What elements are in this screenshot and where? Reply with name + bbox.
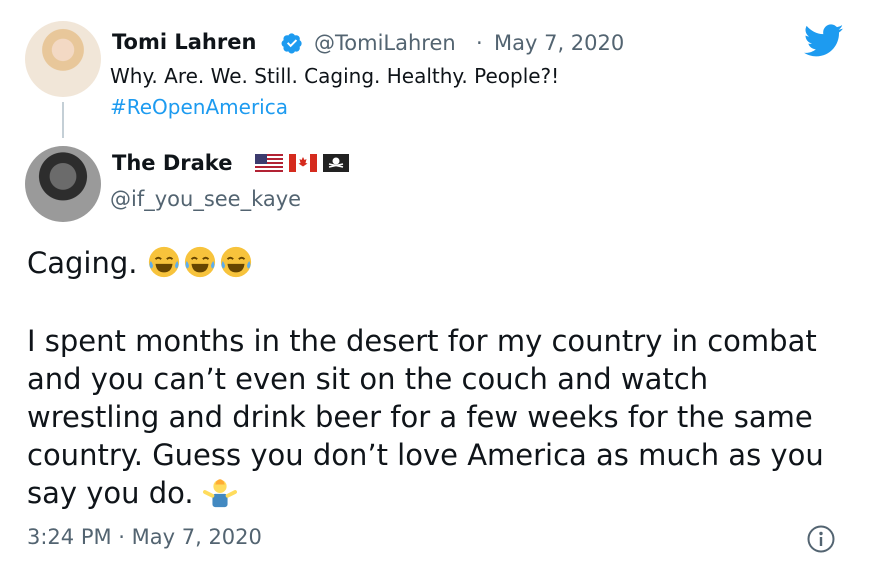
reply-line-text: Caging. (27, 246, 138, 280)
thread-connector-line (62, 102, 64, 138)
face-with-tears-of-joy-emoji (184, 246, 215, 278)
canada-flag-icon (289, 154, 317, 172)
avatar-the-drake[interactable] (25, 146, 101, 222)
tweet-date[interactable]: May 7, 2020 (494, 31, 624, 55)
us-flag-icon (255, 154, 283, 172)
tweet-timestamp[interactable]: 3:24 PM · May 7, 2020 (27, 525, 262, 549)
reply-author-name[interactable]: The Drake (112, 151, 232, 175)
hashtag-link[interactable]: #ReOpenAmerica (110, 95, 288, 119)
twitter-bird-icon[interactable] (804, 24, 844, 58)
reply-author-handle[interactable]: @if_you_see_kaye (110, 187, 301, 211)
reply-first-line: Caging. (27, 244, 847, 282)
author-handle[interactable]: @TomiLahren (314, 31, 456, 55)
author-name[interactable]: Tomi Lahren (112, 30, 256, 54)
info-icon[interactable] (806, 524, 836, 554)
face-with-tears-of-joy-emoji (220, 246, 251, 278)
reply-body-paragraph: I spent months in the desert for my coun… (27, 322, 847, 512)
reply-body-text: I spent months in the desert for my coun… (27, 324, 824, 510)
person-shrugging-emoji (202, 479, 237, 508)
verified-badge-icon (281, 33, 302, 54)
face-with-tears-of-joy-emoji (148, 246, 179, 278)
pirate-flag-icon (323, 154, 349, 172)
separator-dot: · (476, 31, 483, 55)
quoted-tweet-text: Why. Are. We. Still. Caging. Healthy. Pe… (110, 64, 560, 88)
avatar-tomi-lahren[interactable] (25, 21, 101, 97)
